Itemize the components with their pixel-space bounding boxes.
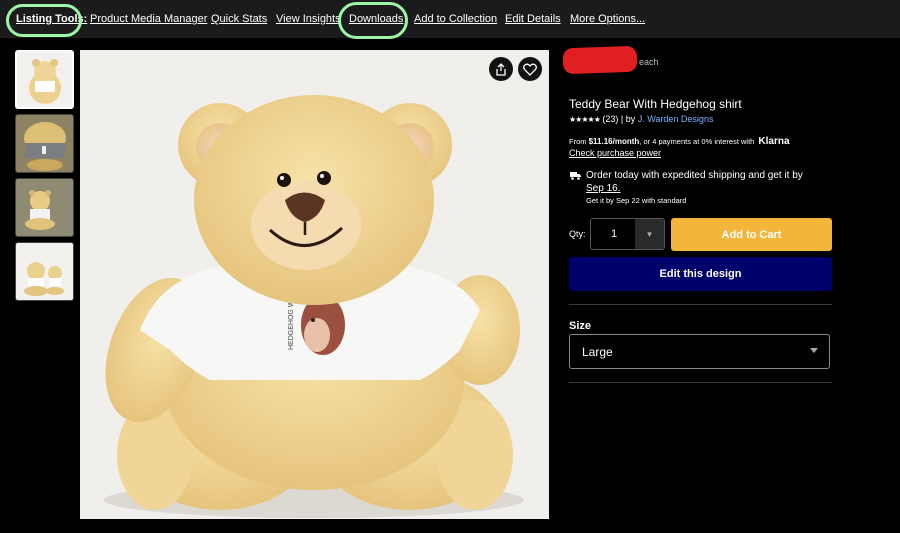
size-label: Size bbox=[569, 320, 592, 332]
rating-row: ★★★★★ (23) | by J. Warden Designs bbox=[569, 114, 713, 124]
star-rating[interactable]: ★★★★★ bbox=[569, 115, 601, 124]
qty-label: Qty: bbox=[569, 229, 586, 239]
listing-tools-label: Listing Tools: bbox=[16, 13, 88, 25]
add-to-collection-link[interactable]: Add to Collection bbox=[414, 13, 497, 25]
brand-link[interactable]: J. Warden Designs bbox=[638, 114, 714, 124]
shipping-period: . bbox=[617, 183, 621, 194]
klarna-suffix: , or 4 payments at 0% interest with bbox=[639, 137, 757, 146]
klarna-logo: Klarna bbox=[758, 136, 790, 147]
thumbnail-2-image bbox=[24, 122, 66, 171]
standard-shipping-line: Get it by Sep 22 with standard bbox=[586, 196, 687, 205]
add-to-cart-button[interactable]: Add to Cart bbox=[671, 218, 832, 251]
divider bbox=[569, 304, 832, 305]
quantity-value: 1 bbox=[611, 228, 618, 240]
share-button[interactable] bbox=[489, 57, 513, 81]
rating-count[interactable]: (23) bbox=[602, 114, 618, 124]
klarna-amount: $11.16/month bbox=[588, 137, 640, 146]
shipping-line: Order today with expedited shipping and … bbox=[586, 170, 803, 181]
by-separator: | by bbox=[618, 114, 638, 124]
thumbnail-3-image bbox=[25, 190, 55, 230]
chevron-down-icon bbox=[810, 348, 818, 353]
downloads-link[interactable]: Downloads bbox=[349, 13, 403, 25]
truck-icon bbox=[570, 172, 581, 180]
check-purchase-power-link[interactable]: Check purchase power bbox=[569, 148, 661, 158]
view-insights-link[interactable]: View Insights bbox=[276, 13, 341, 25]
chevron-down-icon[interactable]: ▼ bbox=[635, 219, 664, 249]
size-value: Large bbox=[582, 345, 613, 359]
klarna-prefix: From bbox=[569, 137, 589, 146]
thumbnail-1-image bbox=[29, 59, 61, 104]
more-options-link[interactable]: More Options... bbox=[570, 13, 645, 25]
thumbnail-4-image bbox=[24, 262, 64, 296]
product-title: Teddy Bear With Hedgehog shirt bbox=[569, 97, 742, 111]
share-icon bbox=[496, 62, 506, 76]
redacted-price bbox=[562, 45, 638, 75]
thumbnail-3[interactable] bbox=[15, 178, 74, 237]
divider bbox=[569, 382, 832, 383]
quick-stats-link[interactable]: Quick Stats bbox=[211, 13, 267, 25]
klarna-financing: From $11.16/month, or 4 payments at 0% i… bbox=[569, 136, 790, 147]
main-product-image: HEDGEHOG WEIGHT bbox=[80, 50, 549, 519]
shipping-date-link[interactable]: Sep 16. bbox=[586, 183, 620, 194]
thumbnail-1[interactable] bbox=[15, 50, 74, 109]
heart-icon bbox=[523, 63, 537, 76]
edit-details-link[interactable]: Edit Details bbox=[505, 13, 561, 25]
size-select[interactable]: Large bbox=[569, 334, 830, 369]
thumbnail-2[interactable] bbox=[15, 114, 74, 173]
edit-design-button[interactable]: Edit this design bbox=[569, 257, 832, 291]
product-media-manager-link[interactable]: Product Media Manager bbox=[90, 13, 207, 25]
listing-tools-bar: Listing Tools: Product Media Manager Qui… bbox=[0, 0, 900, 38]
favorite-button[interactable] bbox=[518, 57, 542, 81]
shipping-date[interactable]: Sep 16 bbox=[586, 183, 618, 194]
thumbnail-4[interactable] bbox=[15, 242, 74, 301]
teddy-bear-illustration: HEDGEHOG WEIGHT bbox=[104, 95, 524, 518]
price-suffix: each bbox=[639, 57, 659, 67]
quantity-select[interactable]: 1 ▼ bbox=[590, 218, 665, 250]
